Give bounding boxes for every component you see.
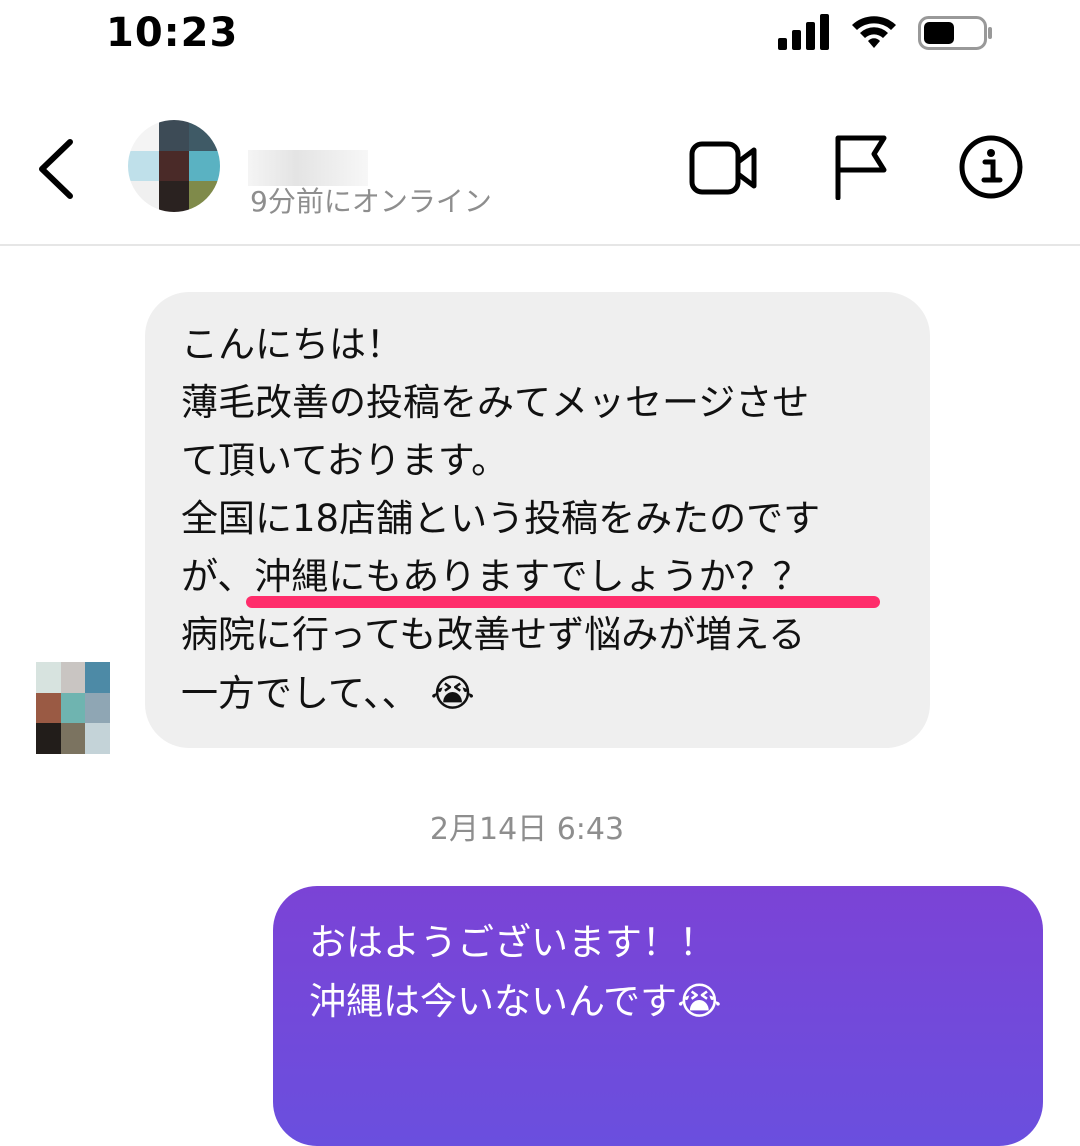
incoming-message-bubble[interactable]: こんにちは！ 薄毛改善の投稿をみてメッセージさせ て頂いております。 全国に18…: [145, 292, 930, 748]
sender-avatar[interactable]: [36, 662, 110, 754]
wifi-icon: [852, 16, 896, 48]
message-line: 病院に行っても改善せず悩みが増える: [181, 613, 806, 656]
status-bar: 10:23: [0, 0, 1080, 70]
battery-icon: [918, 16, 992, 50]
message-line: おはようございます！！: [309, 921, 716, 964]
message-line: 薄毛改善の投稿をみてメッセージさせ: [181, 381, 810, 424]
cellular-signal-icon: [778, 14, 829, 50]
message-line: こんにちは！: [181, 323, 403, 366]
message-line: 一方でして、、 😭: [181, 664, 894, 723]
crying-face-emoji-icon: 😭: [430, 671, 475, 715]
status-time: 10:23: [106, 10, 239, 56]
contact-avatar[interactable]: [128, 120, 220, 212]
info-icon[interactable]: [958, 134, 1024, 200]
crying-face-emoji-icon: 😭: [677, 979, 722, 1023]
chat-header: 9分前にオンライン: [0, 100, 1080, 246]
message-line: て頂いております。: [181, 439, 509, 482]
highlight-underline: [246, 596, 880, 608]
online-status: 9分前にオンライン: [250, 185, 492, 218]
video-call-icon[interactable]: [688, 138, 760, 198]
message-text: 一方でして、、: [181, 672, 419, 715]
outgoing-message-bubble[interactable]: おはようございます！！ 沖縄は今いないんです😭: [273, 886, 1043, 1146]
report-flag-icon[interactable]: [830, 134, 890, 200]
message-text: 沖縄は今いないんです: [309, 980, 678, 1023]
message-line: 全国に18店舗という投稿をみたのです: [181, 497, 821, 540]
back-chevron-icon[interactable]: [32, 136, 84, 202]
message-line: 沖縄は今いないんです😭: [309, 972, 1007, 1031]
message-timestamp: 2月14日 6:43: [429, 812, 625, 847]
